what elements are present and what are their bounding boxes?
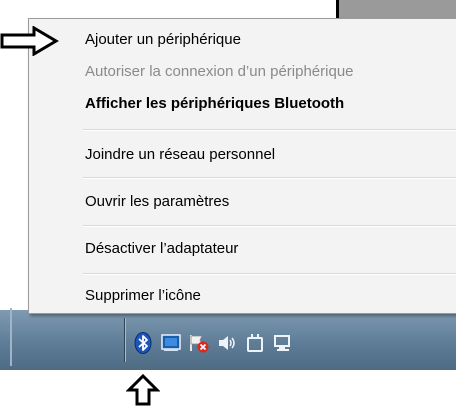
up-arrow-icon xyxy=(126,374,160,406)
network-error-icon[interactable] xyxy=(188,332,210,354)
menu-item-allow-device-connection[interactable]: Autoriser la connexion d’un périphérique xyxy=(85,63,354,80)
notification-tray xyxy=(132,332,300,354)
background-window xyxy=(336,0,456,20)
power-icon[interactable] xyxy=(244,332,266,354)
menu-separator xyxy=(83,273,456,275)
menu-item-disable-adapter[interactable]: Désactiver l’adaptateur xyxy=(85,240,238,257)
volume-icon[interactable] xyxy=(216,332,238,354)
menu-item-join-personal-network[interactable]: Joindre un réseau personnel xyxy=(85,146,275,163)
menu-item-add-device[interactable]: Ajouter un périphérique xyxy=(85,31,241,48)
menu-separator xyxy=(83,225,456,227)
tray-separator xyxy=(124,318,125,362)
bluetooth-icon[interactable] xyxy=(132,332,154,354)
menu-item-remove-icon[interactable]: Supprimer l’icône xyxy=(85,287,201,304)
menu-item-open-settings[interactable]: Ouvrir les paramètres xyxy=(85,193,229,210)
taskbar-separator xyxy=(10,308,12,366)
action-center-icon[interactable] xyxy=(160,332,182,354)
context-menu: Ajouter un périphérique Autoriser la con… xyxy=(28,18,456,314)
menu-separator xyxy=(83,177,456,179)
menu-separator xyxy=(83,129,456,131)
menu-item-show-bluetooth-devices[interactable]: Afficher les périphériques Bluetooth xyxy=(85,95,344,112)
right-arrow-icon xyxy=(0,26,59,56)
display-icon[interactable] xyxy=(272,332,294,354)
